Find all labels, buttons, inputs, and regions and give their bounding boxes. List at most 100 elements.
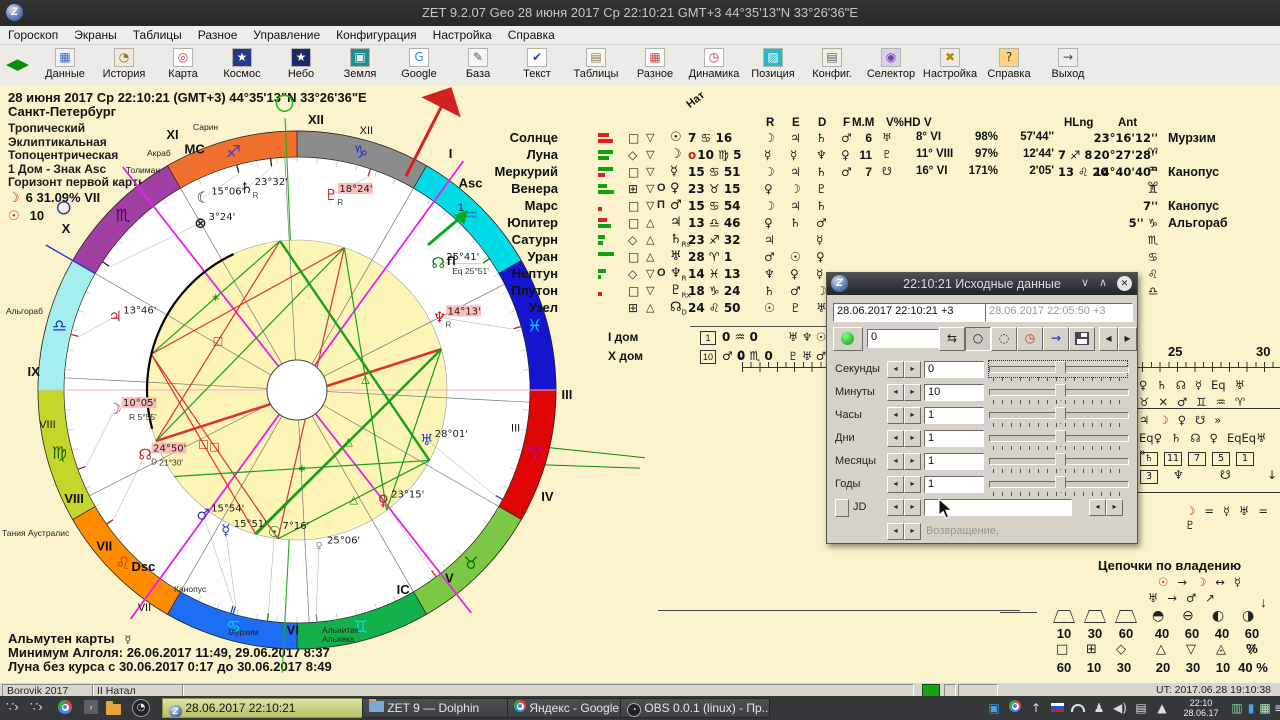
toolbar-button-config[interactable]: ▤Конфиг. <box>803 47 861 80</box>
jd-inc[interactable]: ▸ <box>904 499 921 516</box>
tray-icon[interactable]: ▤ <box>1132 699 1150 717</box>
save-button[interactable] <box>1069 327 1095 351</box>
chrome-launcher-icon[interactable] <box>58 700 72 719</box>
spin-increment[interactable]: ▸ <box>904 407 921 424</box>
spin-decrement[interactable]: ◂ <box>887 407 904 424</box>
checkbox-icon[interactable]: □ <box>628 250 639 264</box>
taskbar-task-4[interactable]: ◔ OBS 0.0.1 (linux) - Пр... <box>620 698 770 718</box>
spin-value-field[interactable]: 1 <box>924 476 984 493</box>
dialog-close-button[interactable]: ✕ <box>1117 276 1132 291</box>
reverse-direction-button[interactable]: ⇆ <box>939 327 965 351</box>
checkbox-icon[interactable]: □ <box>628 216 639 230</box>
app-launcher-icon[interactable]: ∵› <box>6 699 19 715</box>
planet-row[interactable]: Уран□△♅28 ♈ 1♂☉♀♋ <box>0 249 1280 266</box>
tray-icon[interactable]: ▣ <box>985 699 1003 717</box>
toolbar-button-chart[interactable]: ◎Карта <box>154 47 212 80</box>
jd-inc2[interactable]: ▸ <box>1106 499 1123 516</box>
run-indicator-button[interactable] <box>833 327 863 351</box>
tray-icon[interactable]: ♟ <box>1090 699 1108 717</box>
toolbar-button-sky[interactable]: ★Небо <box>272 47 330 80</box>
slider-thumb[interactable] <box>1055 361 1066 378</box>
tray-icon[interactable] <box>1048 699 1066 717</box>
taskbar-task-1[interactable]: Z 28.06.2017 22:10:21 <box>162 698 372 718</box>
tray-icon[interactable]: ↑ <box>1027 699 1045 717</box>
checkbox-icon[interactable]: ⊞ <box>628 301 638 315</box>
tray-icon[interactable] <box>1069 699 1087 717</box>
spin-increment[interactable]: ▸ <box>904 430 921 447</box>
toolbar-button-cosmos[interactable]: ★Космос <box>213 47 271 80</box>
spin-value-field[interactable]: 1 <box>924 430 984 447</box>
spin-increment[interactable]: ▸ <box>904 361 921 378</box>
datetime-field-previous[interactable]: 28.06.2017 22:05:50 +3 <box>985 303 1133 322</box>
triangle-icon[interactable]: ▽ <box>646 182 654 195</box>
menu-Гороскоп[interactable]: Гороскоп <box>0 27 66 43</box>
clock-button[interactable]: ◷ <box>1017 327 1043 351</box>
taskbar-clock[interactable]: 22:1028.06.17 <box>1178 698 1224 718</box>
spin-decrement[interactable]: ◂ <box>887 476 904 493</box>
triangle-icon[interactable]: △ <box>646 233 654 246</box>
spin-value-field[interactable]: 1 <box>924 453 984 470</box>
checkbox-icon[interactable]: □ <box>628 199 639 213</box>
radio-big-button[interactable]: ◌ <box>991 327 1017 351</box>
triangle-icon[interactable]: △ <box>646 216 654 229</box>
toolbar-button-help[interactable]: ?Справка <box>980 47 1038 80</box>
triangle-icon[interactable]: ▽ <box>646 284 654 297</box>
toolbar-button-earth[interactable]: ▣Земля <box>331 47 389 80</box>
spin-increment[interactable]: ▸ <box>904 384 921 401</box>
step-back-button[interactable]: ◂ <box>1099 327 1118 351</box>
tray-icon[interactable] <box>1006 699 1024 717</box>
ret-inc[interactable]: ▸ <box>904 523 921 540</box>
toolbar-button-dynamics[interactable]: ◷Динамика <box>685 47 743 80</box>
planet-row[interactable]: Юпитер□△♃13 ♎ 46♀♄♂5'' ♑Альгораб <box>0 215 1280 232</box>
toolbar-button-selector[interactable]: ◉Селектор <box>862 47 920 80</box>
menu-Справка[interactable]: Справка <box>500 27 563 43</box>
planet-row[interactable]: Солнце□▽☉7 ♋ 16☽♃♄♂6♅8° VI98%57'44''23°1… <box>0 130 1280 147</box>
radio-small-button[interactable]: ○ <box>965 327 991 351</box>
spin-decrement[interactable]: ◂ <box>887 384 904 401</box>
tray-icon[interactable]: ≡ <box>1270 699 1280 717</box>
triangle-icon[interactable]: △ <box>646 301 654 314</box>
planet-row[interactable]: Меркурий□▽☿15 ♋ 51☽♃♄♂7☋16° VI171%2'05'1… <box>0 164 1280 181</box>
slider-thumb[interactable] <box>1055 430 1066 447</box>
small-launcher-button[interactable]: › <box>84 700 98 714</box>
triangle-icon[interactable]: ▽ <box>646 148 654 161</box>
jd-dec[interactable]: ◂ <box>887 499 904 516</box>
time-slider[interactable] <box>989 384 1127 400</box>
files-launcher-icon[interactable] <box>106 702 121 720</box>
slider-thumb[interactable] <box>1055 453 1066 470</box>
taskbar-task-2[interactable]: ZET 9 — Dolphin <box>362 698 518 718</box>
step-forward-button[interactable]: ▸ <box>1118 327 1137 351</box>
triangle-icon[interactable]: ▽ <box>646 131 654 144</box>
taskbar-task-3[interactable]: Яндекс - Google Chr... <box>507 698 631 718</box>
dialog-titlebar[interactable]: Z22:10:21 Исходные данные∨∧✕ <box>827 273 1137 295</box>
checkbox-icon[interactable]: ◇ <box>628 148 637 162</box>
checkbox-icon[interactable]: □ <box>628 131 639 145</box>
menu-Настройка[interactable]: Настройка <box>425 27 500 43</box>
spin-decrement[interactable]: ◂ <box>887 453 904 470</box>
menu-Экраны[interactable]: Экраны <box>66 27 124 43</box>
spin-value-field[interactable]: 0 <box>924 361 984 378</box>
toolbar-button-settings[interactable]: ✖Настройка <box>921 47 979 80</box>
planet-row[interactable]: Марс□▽Π♂15 ♋ 54☽♃♄7''Канопус <box>0 198 1280 215</box>
planet-row[interactable]: Сатурн◇△♄Rs23 ♐ 32♃☿♏ <box>0 232 1280 249</box>
slider-thumb[interactable] <box>1055 476 1066 493</box>
jd-toggle[interactable] <box>835 499 849 517</box>
toolbar-button-google[interactable]: GGoogle <box>390 47 448 80</box>
tray-icon[interactable]: ▲ <box>1153 699 1171 717</box>
slider-thumb[interactable] <box>1055 407 1066 424</box>
spin-value-field[interactable]: 1 <box>924 407 984 424</box>
triangle-icon[interactable]: △ <box>646 250 654 263</box>
window-titlebar[interactable]: Z ZET 9.2.07 Geo 28 июня 2017 Ср 22:10:2… <box>0 0 1280 26</box>
menu-Разное[interactable]: Разное <box>190 27 246 43</box>
jd-dec2[interactable]: ◂ <box>1089 499 1106 516</box>
dialog-shade-button[interactable]: ∨ <box>1077 276 1093 289</box>
datetime-field-current[interactable]: 28.06.2017 22:10:21 +3 <box>833 303 987 322</box>
toolbar-button-misc[interactable]: ▦Разное <box>626 47 684 80</box>
planet-row[interactable]: Луна◇▽☽o10 ♍ 5☿☿♆♀11♇11° VIII97%12'44'7 … <box>0 147 1280 164</box>
checkbox-icon[interactable]: ◇ <box>628 267 637 281</box>
toolbar-button-database[interactable]: ✎База <box>449 47 507 80</box>
toolbar-button-exit[interactable]: →Выход <box>1039 47 1097 80</box>
menu-Конфигурация[interactable]: Конфигурация <box>328 27 425 43</box>
menu-Управление[interactable]: Управление <box>245 27 328 43</box>
checkbox-icon[interactable]: □ <box>628 284 639 298</box>
